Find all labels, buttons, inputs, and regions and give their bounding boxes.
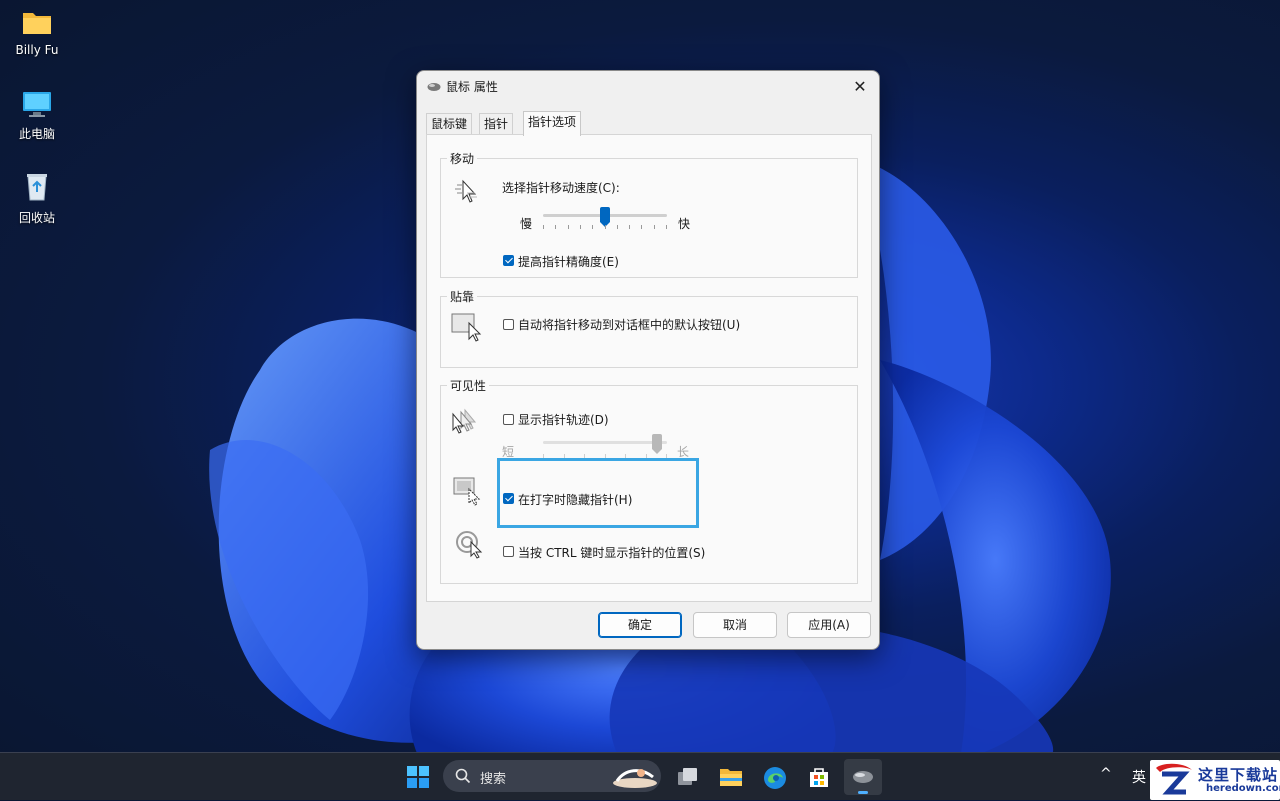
show-location-ctrl-checkbox[interactable] (503, 546, 514, 557)
edge-browser-button[interactable] (756, 759, 794, 795)
speed-label: 选择指针移动速度(C): (502, 181, 620, 195)
apply-button[interactable]: 应用(A) (787, 612, 871, 638)
search-icon (455, 768, 471, 787)
mouse-icon (852, 770, 874, 787)
desktop-icon-recycle-bin[interactable]: 回收站 (2, 172, 72, 226)
taskbar-search-box[interactable]: 搜索 (443, 760, 661, 792)
microsoft-store-button[interactable] (800, 759, 838, 795)
pointer-trails-icon (451, 408, 485, 437)
pointer-trails-slider-track[interactable] (543, 441, 667, 444)
motion-group: 移动 选择指针移动速度(C): 慢 快 提高指针精确度(E) (440, 150, 858, 278)
close-button[interactable]: ✕ (847, 75, 873, 99)
pointer-speed-ticks (543, 225, 667, 229)
mouse-settings-taskbar-button[interactable] (844, 759, 882, 795)
desktop-icon-this-pc[interactable]: 此电脑 (2, 90, 72, 142)
tab-buttons[interactable]: 鼠标键 (426, 113, 473, 134)
dialog-titlebar[interactable]: 鼠标 属性 ✕ (417, 71, 879, 101)
mouse-properties-dialog: 鼠标 属性 ✕ 鼠标键 指针 指针选项 移动 选择指针移动速度(C): 慢 快 … (416, 70, 880, 650)
watermark-url: heredown.com (1206, 783, 1280, 794)
slider-tick (592, 225, 593, 229)
show-location-icon (455, 530, 485, 563)
snap-to-checkbox[interactable] (503, 319, 514, 330)
site-watermark: 这里下载站 heredown.com (1150, 760, 1280, 800)
snap-group: 贴靠 自动将指针移动到对话框中的默认按钮(U) (440, 288, 858, 368)
desktop-icon-user-folder[interactable]: Billy Fu (2, 8, 72, 57)
show-hidden-icons-chevron-icon[interactable]: ^ (1100, 766, 1112, 782)
pointer-trails-label[interactable]: 显示指针轨迹(D) (518, 411, 609, 428)
watermark-logo-icon (1152, 762, 1196, 801)
slider-tick (641, 225, 642, 229)
slider-tick (666, 225, 667, 229)
pointer-speed-slider-thumb[interactable] (600, 207, 610, 227)
pointer-speed-icon (451, 179, 481, 208)
start-button[interactable] (399, 759, 437, 795)
edge-browser-icon (763, 766, 787, 793)
input-language-indicator[interactable]: 英 (1132, 767, 1146, 787)
slider-tick (543, 225, 544, 229)
ok-button[interactable]: 确定 (598, 612, 682, 638)
visibility-group-title: 可见性 (447, 377, 490, 394)
pointer-trails-checkbox[interactable] (503, 414, 514, 425)
search-placeholder: 搜索 (480, 772, 507, 787)
slider-tick (555, 225, 556, 229)
folder-icon (2, 8, 72, 39)
file-explorer-icon (719, 767, 743, 790)
mouse-icon (427, 81, 441, 95)
close-icon: ✕ (853, 77, 867, 96)
dialog-title: 鼠标 属性 (446, 80, 498, 94)
tab-panel-pointer-options: 移动 选择指针移动速度(C): 慢 快 提高指针精确度(E) 贴靠 自动将指针移… (426, 134, 872, 602)
recycle-bin-icon (2, 172, 72, 205)
file-explorer-button[interactable] (712, 759, 750, 795)
task-view-icon (676, 767, 698, 790)
show-location-ctrl-label[interactable]: 当按 CTRL 键时显示指针的位置(S) (518, 544, 705, 561)
snap-to-icon (451, 313, 483, 346)
slider-tick (629, 225, 630, 229)
pointer-trails-slider-thumb[interactable] (652, 434, 662, 454)
search-highlight-illustration-icon (611, 763, 659, 792)
tab-pointer-options[interactable]: 指针选项 (523, 111, 582, 136)
motion-group-title: 移动 (447, 150, 478, 167)
hide-while-typing-icon (453, 477, 483, 510)
snap-group-title: 贴靠 (447, 288, 478, 305)
task-view-button[interactable] (668, 759, 706, 795)
slider-tick (580, 225, 581, 229)
tab-pointers[interactable]: 指针 (479, 113, 514, 134)
computer-icon (2, 90, 72, 121)
cancel-button[interactable]: 取消 (693, 612, 777, 638)
desktop-icon-label: 回收站 (18, 211, 55, 225)
slow-label: 慢 (520, 217, 533, 231)
fast-label: 快 (678, 217, 691, 231)
slider-tick (605, 225, 606, 229)
precision-label[interactable]: 提高指针精确度(E) (518, 253, 619, 270)
windows-start-icon (407, 766, 429, 791)
slider-tick (568, 225, 569, 229)
desktop-icon-label: Billy Fu (15, 43, 59, 57)
snap-to-label[interactable]: 自动将指针移动到对话框中的默认按钮(U) (518, 316, 740, 333)
active-indicator (858, 791, 868, 794)
desktop-icon-label: 此电脑 (18, 127, 55, 141)
slider-tick (617, 225, 618, 229)
precision-checkbox[interactable] (503, 255, 514, 266)
watermark-title: 这里下载站 (1198, 766, 1279, 784)
taskbar: 搜索 ^ 英 (0, 752, 1280, 800)
pointer-trails-highlight-box (497, 458, 699, 528)
slider-tick (654, 225, 655, 229)
microsoft-store-icon (808, 766, 830, 791)
